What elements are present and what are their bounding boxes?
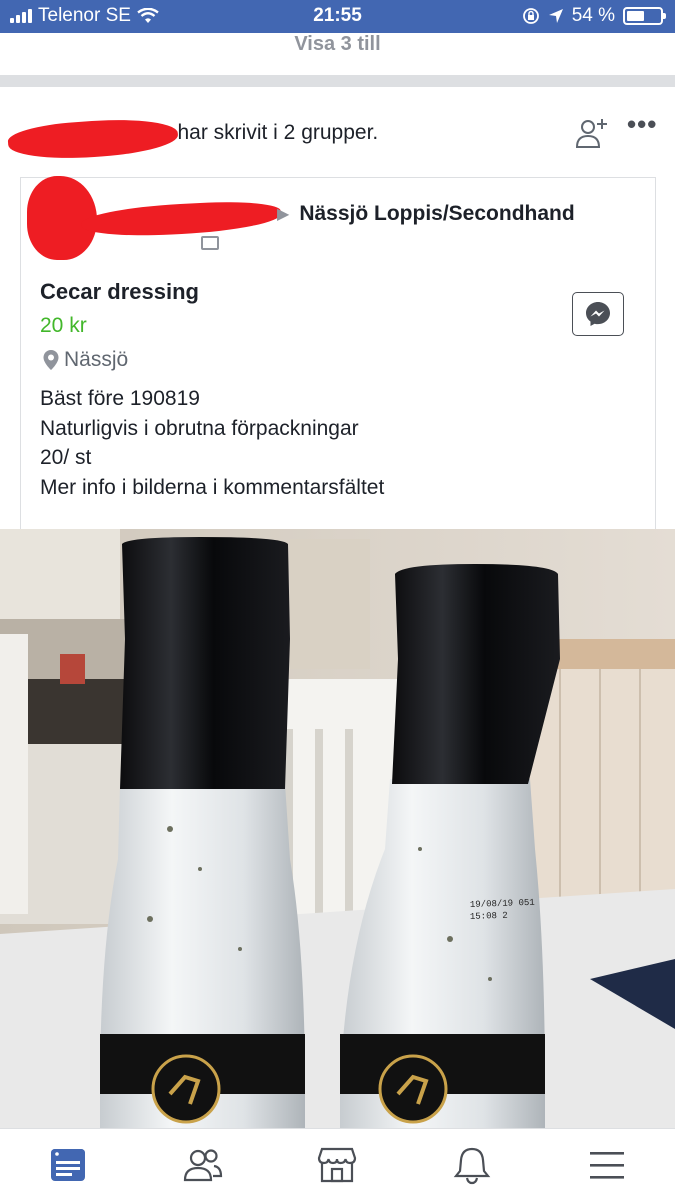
- status-right: 54 %: [522, 5, 666, 27]
- arrow-right-icon: ▶: [277, 206, 290, 223]
- battery-icon: [623, 7, 666, 25]
- post-header: xxxxxxxxxxxxxxxhar skrivit i 2 grupper. …: [0, 87, 675, 177]
- show-more-link[interactable]: Visa 3 till: [0, 33, 675, 75]
- add-friend-icon[interactable]: [574, 115, 610, 151]
- listing-location: Nässjö: [42, 348, 128, 372]
- news-feed-icon[interactable]: [46, 1143, 90, 1187]
- marketplace-icon[interactable]: [315, 1143, 359, 1187]
- group-name[interactable]: Nässjö Loppis/Secondhand: [299, 202, 574, 226]
- more-options-icon[interactable]: •••: [627, 109, 657, 140]
- listing-title: Cecar dressing: [40, 279, 199, 304]
- battery-fill: [627, 11, 644, 21]
- location-arrow-icon: [548, 9, 563, 23]
- group-audience-icon: [201, 236, 219, 250]
- description-line: 20/ st: [40, 446, 92, 469]
- bottle-date-print: 15:08 2: [470, 911, 508, 922]
- battery-percent: 54 %: [571, 5, 615, 26]
- status-bar: Telenor SE 21:55 54 %: [0, 0, 675, 33]
- friends-icon[interactable]: [181, 1143, 225, 1187]
- listing-location-text: Nässjö: [64, 348, 129, 371]
- group-line: ▶ Nässjö Loppis/Secondhand: [277, 202, 575, 226]
- marketplace-listing-card[interactable]: ▶ Nässjö Loppis/Secondhand Cecar dressin…: [20, 176, 656, 529]
- listing-description: Bäst före 190819 Naturligvis i obrutna f…: [40, 384, 384, 502]
- post-author-line: xxxxxxxxxxxxxxxhar skrivit i 2 grupper.: [20, 121, 379, 145]
- feed-divider: [0, 75, 675, 87]
- post-author-suffix: har skrivit i 2 grupper.: [177, 121, 379, 144]
- listing-photo-drawing: 19/08/19 051 15:08 2: [0, 529, 675, 1128]
- redaction-mark-name: [80, 198, 282, 240]
- listing-photo[interactable]: 19/08/19 051 15:08 2: [0, 529, 675, 1128]
- bottom-tab-bar: [0, 1128, 675, 1200]
- description-line: Naturligvis i obrutna förpackningar: [40, 416, 359, 440]
- menu-icon[interactable]: [585, 1143, 629, 1187]
- orientation-lock-icon: [522, 8, 539, 24]
- listing-price: 20 kr: [40, 314, 87, 337]
- description-line: Bäst före 190819: [40, 387, 200, 410]
- notifications-icon[interactable]: [450, 1143, 494, 1187]
- location-pin-icon: [43, 350, 59, 370]
- description-line: Mer info i bilderna i kommentarsfältet: [40, 475, 385, 499]
- messenger-icon: [586, 302, 610, 326]
- message-seller-button[interactable]: [572, 292, 624, 336]
